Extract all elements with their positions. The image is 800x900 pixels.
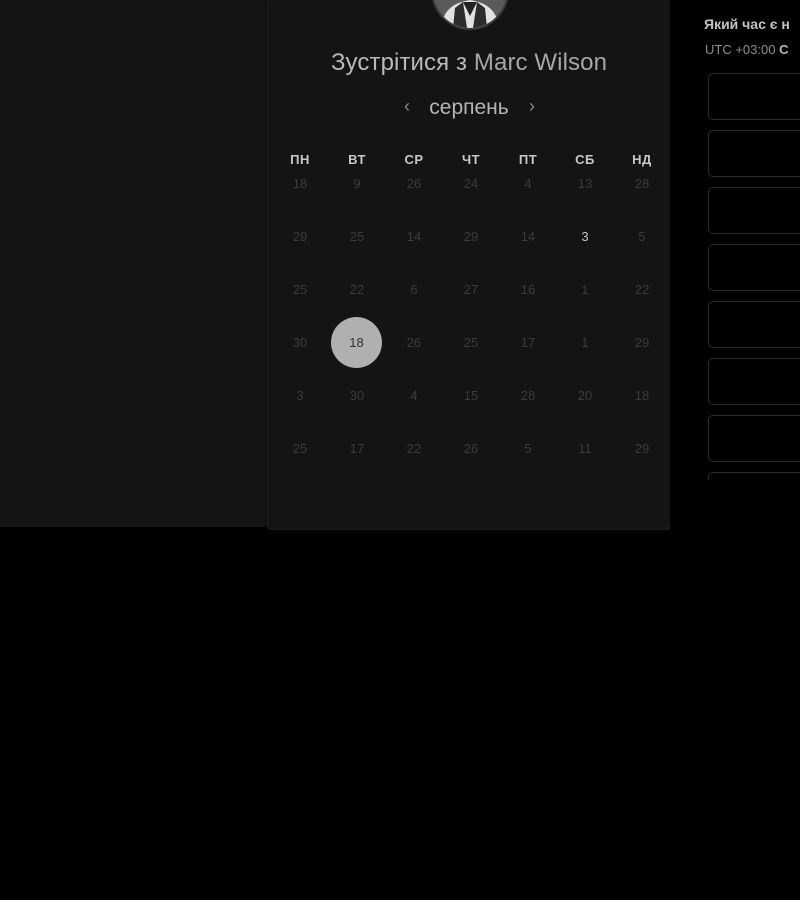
calendar-day[interactable]: 22 bbox=[622, 280, 662, 300]
month-navigation: ‹ серпень › bbox=[268, 94, 670, 122]
time-slot-list bbox=[708, 73, 800, 480]
host-photo-icon bbox=[433, 0, 507, 28]
calendar-day[interactable]: 26 bbox=[394, 333, 434, 353]
calendar-day[interactable]: 25 bbox=[337, 227, 377, 247]
calendar-day[interactable]: 30 bbox=[337, 386, 377, 406]
calendar-day[interactable]: 27 bbox=[451, 280, 491, 300]
calendar-day[interactable]: 15 bbox=[451, 386, 491, 406]
time-slot-panel: Який час є н UTC +03:00 C bbox=[670, 0, 800, 527]
calendar-day[interactable]: 3 bbox=[280, 386, 320, 406]
time-slot-button[interactable] bbox=[708, 301, 800, 348]
calendar-day-selected[interactable]: 18 bbox=[331, 317, 382, 368]
time-slot-button[interactable] bbox=[708, 358, 800, 405]
weekday-label: ВТ bbox=[348, 152, 366, 167]
time-slot-button[interactable] bbox=[708, 415, 800, 462]
chevron-right-icon: › bbox=[529, 96, 535, 116]
calendar-day[interactable]: 26 bbox=[394, 174, 434, 194]
calendar-day[interactable]: 16 bbox=[508, 280, 548, 300]
calendar-day[interactable]: 22 bbox=[337, 280, 377, 300]
calendar-day[interactable]: 17 bbox=[337, 439, 377, 459]
calendar-day[interactable]: 25 bbox=[451, 333, 491, 353]
calendar-day[interactable]: 28 bbox=[622, 174, 662, 194]
weekday-label: СР bbox=[404, 152, 424, 167]
calendar-day[interactable]: 22 bbox=[394, 439, 434, 459]
calendar-day[interactable]: 29 bbox=[451, 227, 491, 247]
calendar-day[interactable]: 29 bbox=[280, 227, 320, 247]
previous-month-button[interactable]: ‹ bbox=[395, 94, 419, 120]
time-slot-button[interactable] bbox=[708, 472, 800, 480]
time-slot-button[interactable] bbox=[708, 187, 800, 234]
booking-page: Зустрітися з Marc Wilson ‹ серпень › ПН … bbox=[0, 0, 800, 900]
calendar-day[interactable]: 20 bbox=[565, 386, 605, 406]
calendar-day[interactable]: 18 bbox=[622, 386, 662, 406]
calendar-day[interactable]: 17 bbox=[508, 333, 548, 353]
weekday-label: ЧТ bbox=[461, 152, 481, 167]
weekday-label: НД bbox=[632, 152, 652, 167]
time-slot-button[interactable] bbox=[708, 73, 800, 120]
calendar-day[interactable]: 3 bbox=[565, 227, 605, 247]
timezone-offset: UTC +03:00 bbox=[705, 42, 776, 57]
timezone-label[interactable]: UTC +03:00 C bbox=[705, 42, 788, 57]
calendar-day[interactable]: 14 bbox=[508, 227, 548, 247]
calendar-day[interactable]: 9 bbox=[337, 174, 377, 194]
calendar-day[interactable]: 18 bbox=[280, 174, 320, 194]
timezone-name: C bbox=[779, 42, 789, 57]
weekday-header: ПН ВТ СР ЧТ ПТ СБ НД bbox=[270, 152, 669, 170]
calendar-day[interactable]: 4 bbox=[394, 386, 434, 406]
weekday-label: СБ bbox=[575, 152, 595, 167]
calendar-day[interactable]: 1 bbox=[565, 333, 605, 353]
host-name: Marc Wilson bbox=[473, 49, 608, 76]
month-label: серпень bbox=[429, 96, 509, 119]
next-month-button[interactable]: › bbox=[520, 94, 544, 120]
calendar-day[interactable]: 14 bbox=[394, 227, 434, 247]
calendar-day[interactable]: 5 bbox=[508, 439, 548, 459]
calendar-day[interactable]: 28 bbox=[508, 386, 548, 406]
calendar-card: Зустрітися з Marc Wilson ‹ серпень › ПН … bbox=[267, 0, 671, 530]
time-slot-heading: Який час є н bbox=[704, 16, 790, 32]
time-slot-button[interactable] bbox=[708, 130, 800, 177]
calendar-day[interactable]: 1 bbox=[565, 280, 605, 300]
calendar-day[interactable]: 26 bbox=[451, 439, 491, 459]
weekday-label: ПН bbox=[290, 152, 310, 167]
calendar-day[interactable]: 30 bbox=[280, 333, 320, 353]
weekday-label: ПТ bbox=[518, 152, 538, 167]
avatar bbox=[431, 0, 509, 30]
calendar-day[interactable]: 6 bbox=[394, 280, 434, 300]
chevron-left-icon: ‹ bbox=[404, 96, 410, 116]
page-title: Зустрітися з Marc Wilson bbox=[268, 49, 670, 77]
calendar-day[interactable]: 5 bbox=[622, 227, 662, 247]
calendar-day[interactable]: 25 bbox=[280, 439, 320, 459]
calendar-day[interactable]: 13 bbox=[565, 174, 605, 194]
calendar-day[interactable]: 4 bbox=[508, 174, 548, 194]
time-slot-button[interactable] bbox=[708, 244, 800, 291]
calendar-day[interactable]: 29 bbox=[622, 333, 662, 353]
title-prefix: Зустрітися з bbox=[330, 49, 468, 76]
calendar-day[interactable]: 29 bbox=[622, 439, 662, 459]
calendar-day[interactable]: 24 bbox=[451, 174, 491, 194]
calendar-day[interactable]: 25 bbox=[280, 280, 320, 300]
calendar-day[interactable]: 11 bbox=[565, 439, 605, 459]
